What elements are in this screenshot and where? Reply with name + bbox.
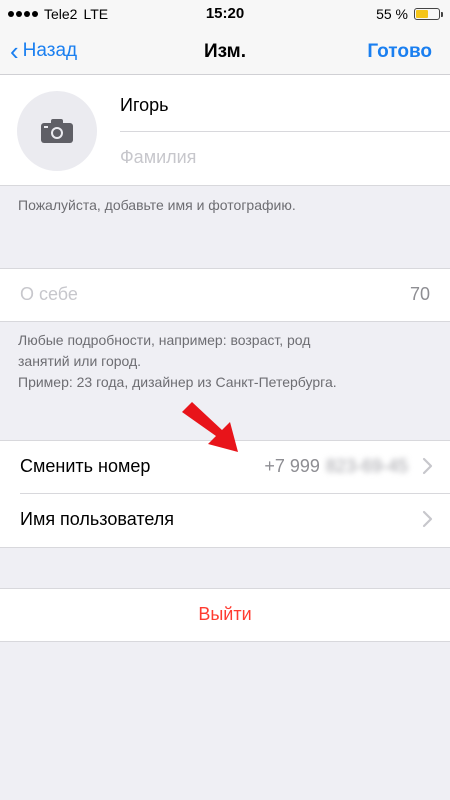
logout-button[interactable]: Выйти — [0, 588, 450, 642]
about-char-counter: 70 — [409, 284, 430, 304]
status-bar: Tele2 LTE 15:20 55 % — [0, 0, 450, 30]
about-hint: Любые подробности, например: возраст, ро… — [18, 330, 438, 393]
back-button[interactable]: ‹ Назад — [10, 36, 78, 66]
username-row[interactable]: Имя пользователя — [0, 494, 450, 546]
camera-icon — [41, 119, 73, 143]
battery-icon — [414, 8, 443, 20]
back-label: Назад — [22, 40, 78, 61]
phone-prefix: +7 999 — [264, 456, 320, 476]
divider — [120, 131, 450, 132]
first-name-field[interactable]: Игорь — [120, 95, 169, 116]
battery-percent: 55 % — [376, 6, 408, 22]
about-field[interactable]: О себе 70 — [0, 268, 450, 322]
annotation-arrow-icon — [182, 402, 238, 452]
navigation-bar: ‹ Назад Изм. Готово — [0, 30, 450, 75]
chevron-right-icon — [422, 510, 433, 528]
about-hint-line: Любые подробности, например: возраст, ро… — [18, 332, 311, 348]
battery-fill — [416, 10, 429, 18]
phone-number-value: +7 999 823-69-45 — [264, 456, 408, 477]
last-name-field[interactable]: Фамилия — [120, 147, 196, 168]
settings-list: Сменить номер +7 999 823-69-45 Имя польз… — [0, 440, 450, 548]
status-right: 55 % — [376, 6, 443, 22]
done-button[interactable]: Готово — [367, 41, 432, 63]
phone-hidden-digits: 823-69-45 — [325, 456, 408, 476]
change-number-label: Сменить номер — [20, 456, 151, 476]
about-hint-line: Пример: 23 года, дизайнер из Санкт-Петер… — [18, 374, 337, 390]
logout-label: Выйти — [198, 604, 252, 624]
username-label: Имя пользователя — [20, 509, 175, 529]
about-placeholder: О себе — [20, 284, 78, 304]
about-hint-line: занятий или город. — [18, 353, 142, 369]
chevron-right-icon — [422, 457, 433, 475]
avatar-photo-button[interactable] — [17, 91, 97, 171]
chevron-left-icon: ‹ — [10, 36, 19, 66]
profile-section: Игорь Фамилия — [0, 75, 450, 186]
name-hint: Пожалуйста, добавьте имя и фотографию. — [18, 197, 296, 213]
